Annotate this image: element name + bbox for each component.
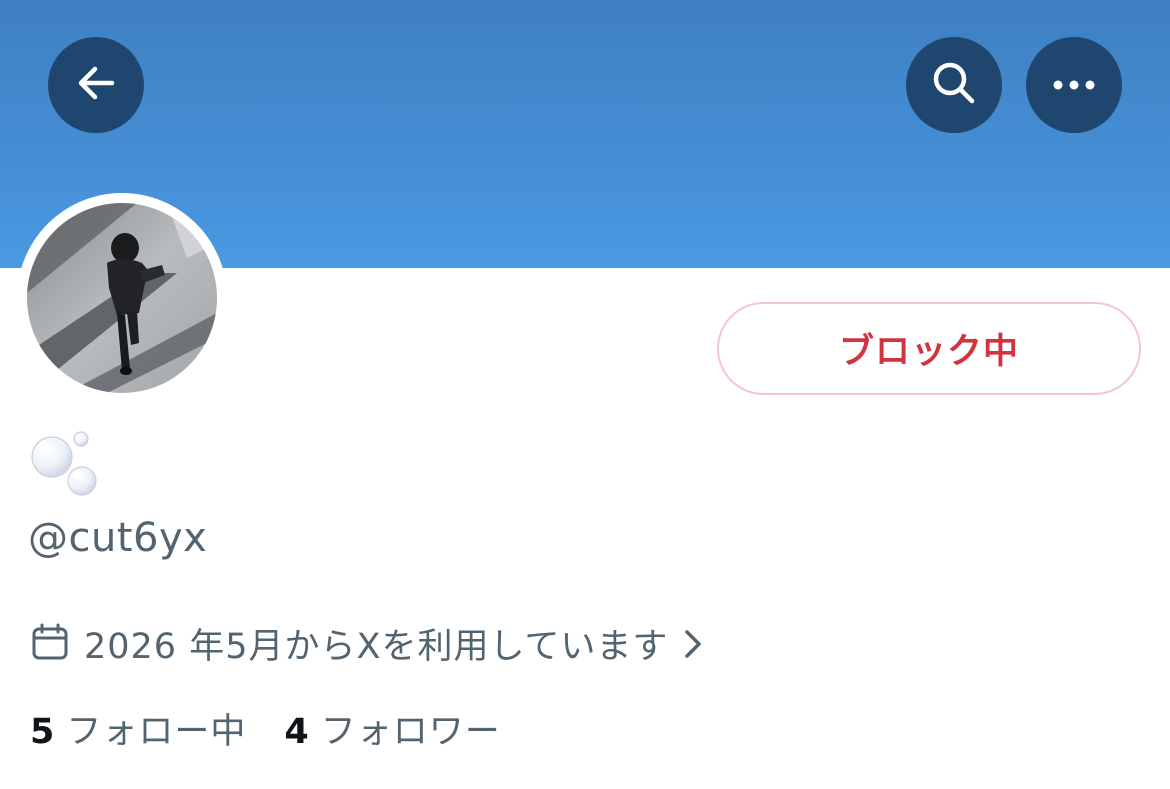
avatar[interactable]	[27, 203, 217, 393]
following-count: 5	[30, 712, 55, 752]
calendar-icon	[30, 622, 70, 666]
arrow-left-icon	[76, 63, 116, 107]
profile-screen: ブロック中 @cut6yx 2026 年5月からXを利用しています 5 フォロー…	[0, 0, 1170, 789]
search-icon	[930, 59, 978, 111]
back-button[interactable]	[48, 37, 144, 133]
followers-link[interactable]: 4 フォロワー	[284, 703, 500, 754]
chevron-right-icon	[682, 627, 704, 661]
joined-date[interactable]: 2026 年5月からXを利用しています	[30, 618, 704, 669]
more-options-button[interactable]	[1026, 37, 1122, 133]
display-name	[28, 428, 108, 500]
avatar-frame[interactable]	[17, 193, 227, 403]
blocked-button-label: ブロック中	[838, 332, 1019, 372]
joined-text: 2026 年5月からXを利用しています	[84, 627, 669, 667]
follow-stats: 5 フォロー中 4 フォロワー	[30, 703, 501, 754]
following-link[interactable]: 5 フォロー中	[30, 703, 246, 754]
followers-label: フォロワー	[320, 712, 501, 752]
search-button[interactable]	[906, 37, 1002, 133]
blocked-button[interactable]: ブロック中	[717, 302, 1141, 395]
followers-count: 4	[284, 712, 309, 752]
following-label: フォロー中	[66, 712, 247, 752]
bubbles-emoji	[28, 431, 108, 504]
more-dots-icon	[1052, 76, 1096, 95]
username: @cut6yx	[28, 515, 208, 561]
